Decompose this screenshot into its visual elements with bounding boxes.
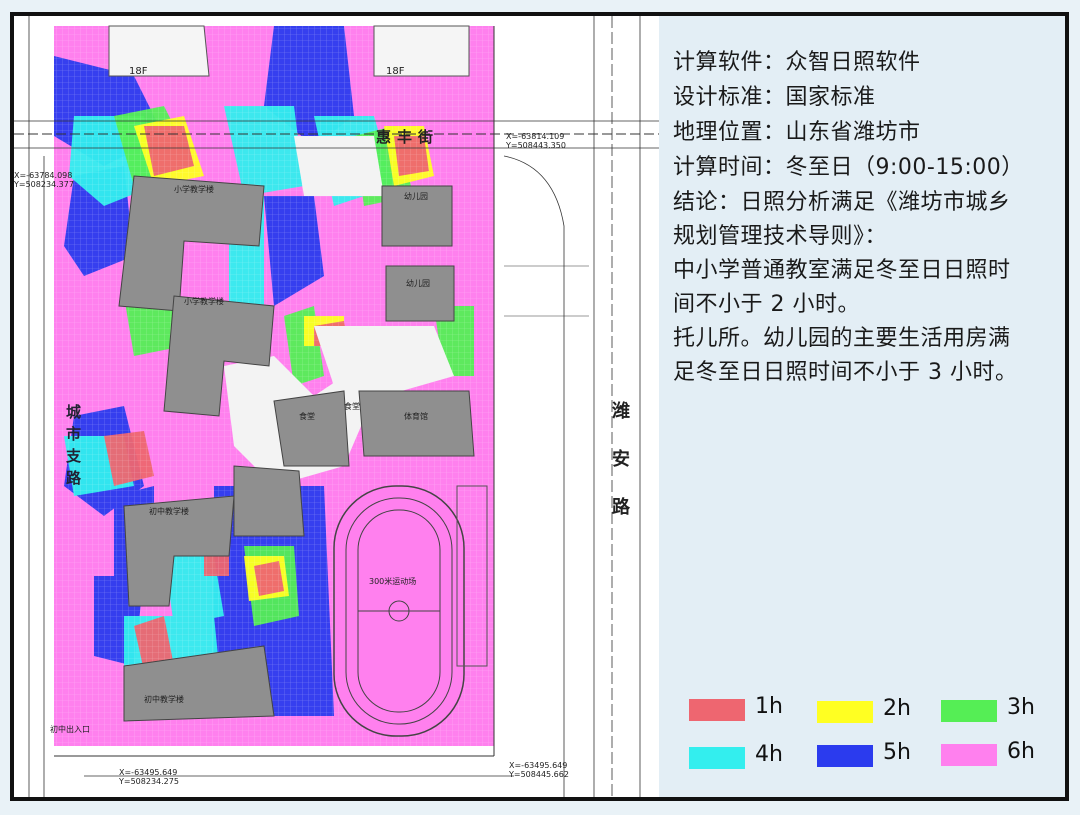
north-street-label: 惠丰街 (376, 128, 440, 146)
kindergarten-label-2: 幼儿园 (406, 279, 430, 288)
software-line: 计算软件：众智日照软件 (673, 50, 921, 75)
primary-school-label-1: 小学教学楼 (174, 185, 214, 194)
legend-swatch-4h (689, 747, 745, 769)
school-line-1: 中小学普通教室满足冬至日日照时 (673, 258, 1011, 283)
canteen-label-1: 食堂 (299, 412, 315, 421)
school-line-2: 间不小于 2 小时。 (673, 292, 860, 317)
middle-school-label-2: 初中教学楼 (144, 695, 184, 704)
coord-se: X=-63495.649 Y=508445.662 (509, 761, 569, 779)
west-road-label: 城市支路 (66, 403, 82, 487)
legend-swatch-6h (941, 744, 997, 766)
coord-sw: X=-63495.649 Y=508234.275 (119, 768, 179, 786)
coord-nw: X=-63784.098 Y=508234.377 (14, 171, 74, 189)
legend-label-2h: 2h (883, 696, 911, 721)
standard-line: 设计标准：国家标准 (673, 85, 876, 110)
kinder-line-1: 托儿所。幼儿园的主要生活用房满 (673, 326, 1011, 351)
conclusion-line-1: 结论：日照分析满足《潍坊市城乡 (673, 190, 1011, 215)
legend-swatch-3h (941, 700, 997, 722)
legend-label-3h: 3h (1007, 695, 1035, 720)
canteen-1 (273, 390, 350, 467)
canteen-label-2: 食堂 (344, 402, 360, 411)
entrance-label: 初中出入口 (50, 725, 90, 734)
coord-ne: X=-63814.109 Y=508443.350 (506, 132, 566, 150)
field-label: 300米运动场 (369, 577, 417, 586)
legend-swatch-2h (817, 701, 873, 723)
legend-label-1h: 1h (755, 694, 783, 719)
conclusion-line-2: 规划管理技术导则》： (673, 224, 888, 249)
legend-swatch-1h (689, 699, 745, 721)
kindergarten-label-1: 幼儿园 (404, 192, 428, 201)
primary-school-label-2: 小学教学楼 (184, 297, 224, 306)
sunlight-analysis-map: 18F 18F 惠丰街 城市支路 潍安路 X=-63814.109 Y=5084… (14, 16, 669, 797)
east-road-label: 潍安路 (612, 401, 630, 518)
gym (358, 390, 475, 457)
kinder-line-2: 足冬至日日照时间不小于 3 小时。 (673, 360, 1018, 385)
tower-left-label: 18F (129, 66, 148, 77)
figure-frame: 18F 18F 惠丰街 城市支路 潍安路 X=-63814.109 Y=5084… (10, 12, 1069, 801)
legend-swatch-5h (817, 745, 873, 767)
middle-school-label-1: 初中教学楼 (149, 507, 189, 516)
location-line: 地理位置：山东省潍坊市 (673, 120, 921, 145)
annex-building (233, 465, 305, 537)
gym-label: 体育馆 (404, 412, 428, 421)
time-line: 计算时间：冬至日（9:00-15:00） (673, 155, 1024, 180)
legend-label-6h: 6h (1007, 739, 1035, 764)
legend-label-4h: 4h (755, 742, 783, 767)
tower-right-label: 18F (386, 66, 405, 77)
info-panel: 计算软件：众智日照软件 设计标准：国家标准 地理位置：山东省潍坊市 计算时间：冬… (669, 16, 1065, 797)
legend-label-5h: 5h (883, 740, 911, 765)
kindergarten-2 (385, 265, 455, 322)
